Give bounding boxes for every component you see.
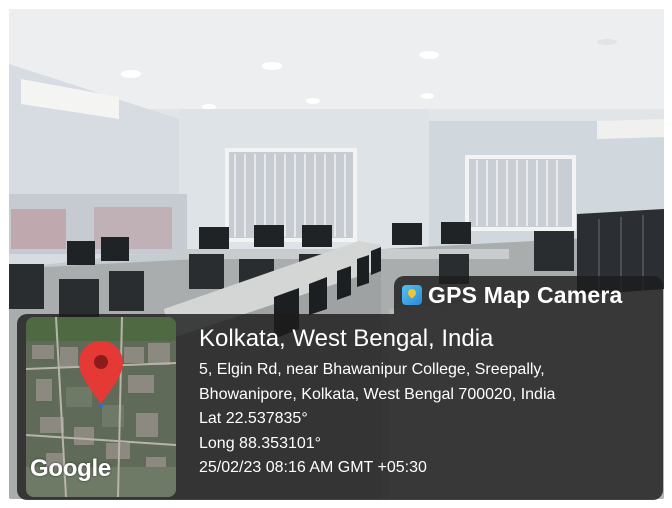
latitude: Lat 22.537835° bbox=[199, 410, 308, 427]
address-line-1: 5, Elgin Rd, near Bhawanipur College, Sr… bbox=[199, 361, 545, 378]
city-title: Kolkata, West Bengal, India bbox=[199, 325, 494, 352]
google-attribution: Google bbox=[30, 455, 111, 482]
app-badge: GPS Map Camera bbox=[394, 276, 663, 314]
longitude: Long 88.353101° bbox=[199, 434, 322, 452]
location-details: Kolkata, West Bengal, India 5, Elgin Rd,… bbox=[199, 324, 555, 481]
address-line-2: Bhowanipore, Kolkata, West Bengal 700020… bbox=[199, 385, 556, 403]
gps-map-camera-icon bbox=[402, 285, 422, 305]
map-thumbnail: Google bbox=[26, 317, 176, 497]
timestamp: 25/02/23 08:16 AM GMT +05:30 bbox=[199, 459, 427, 476]
screenshot-frame: GPS Map Camera Google Kolkata, West Beng… bbox=[0, 0, 672, 508]
app-title: GPS Map Camera bbox=[428, 281, 623, 308]
